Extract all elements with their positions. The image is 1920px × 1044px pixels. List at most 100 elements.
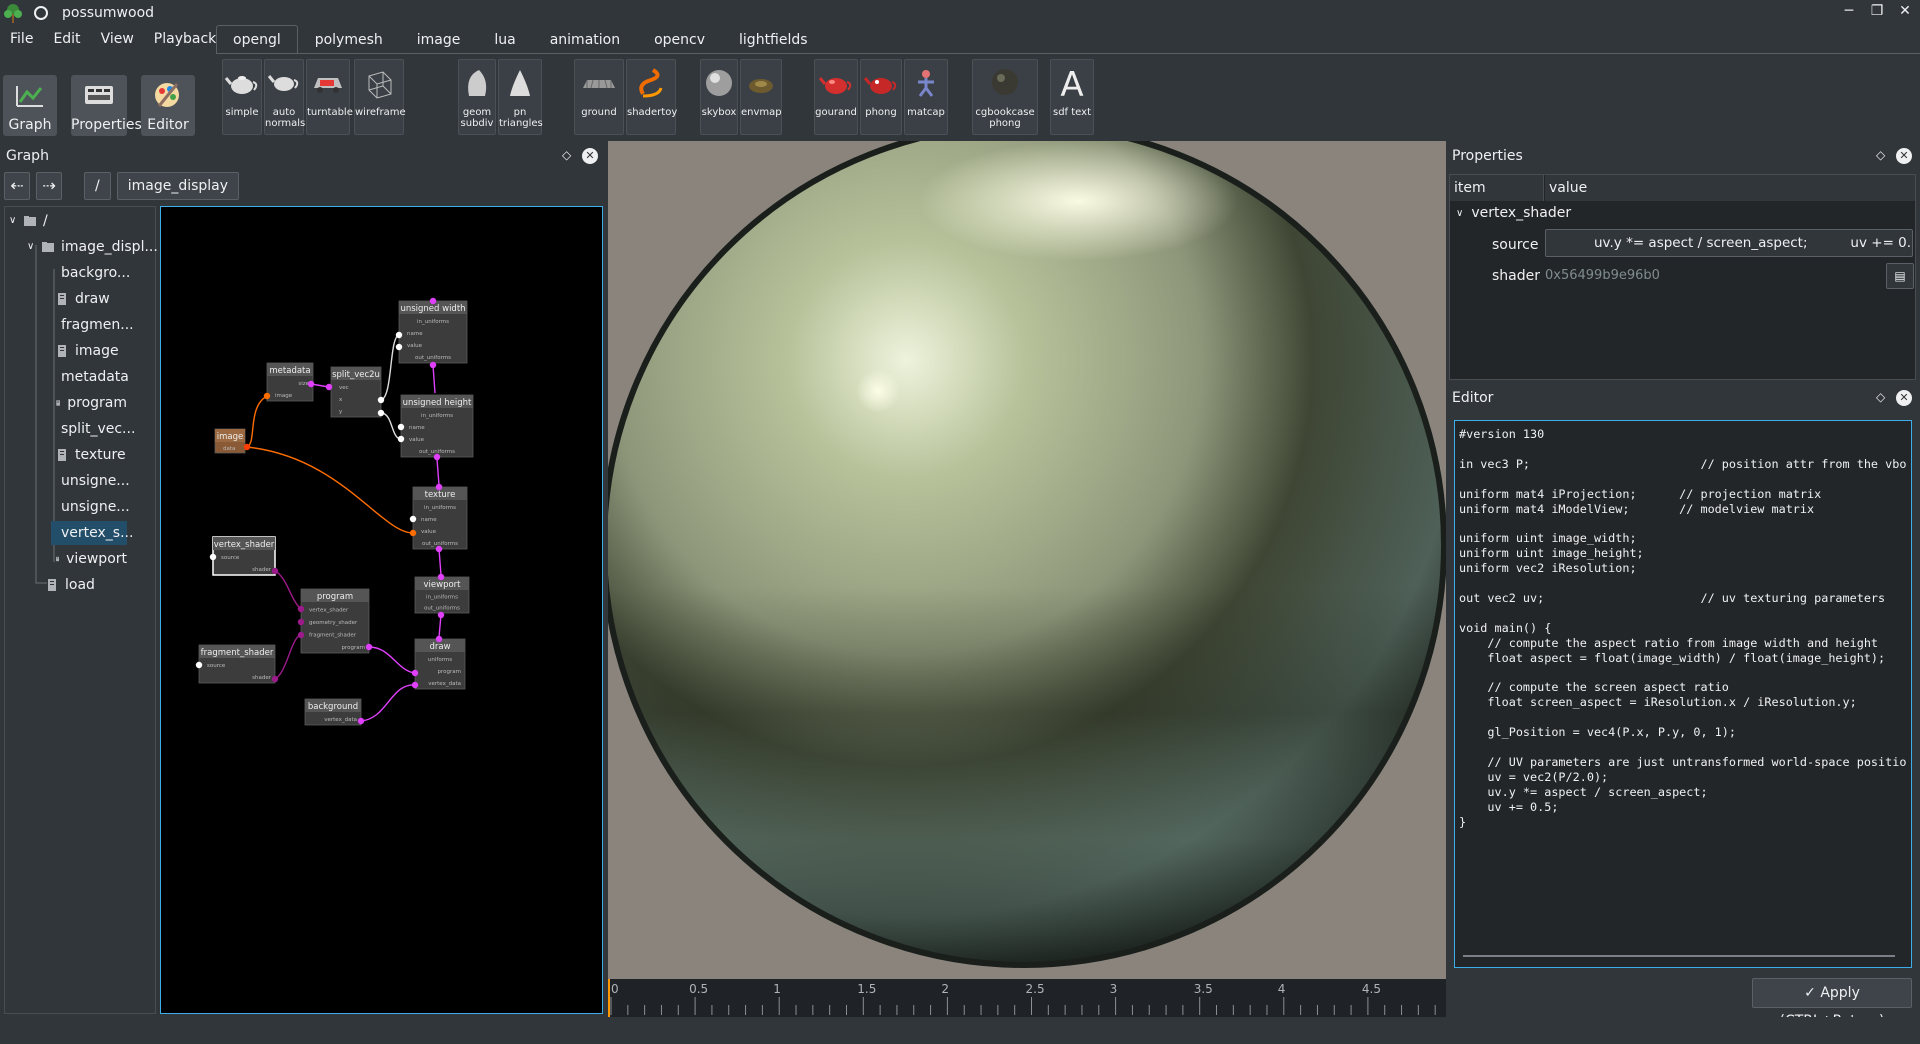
tree-item[interactable]: viewport — [51, 547, 127, 571]
expand-icon[interactable]: ∨ — [1456, 208, 1463, 219]
graph-port[interactable] — [411, 669, 419, 677]
code-editor[interactable]: #version 130 in vec3 P; // position attr… — [1454, 420, 1912, 968]
tool-sdf-text[interactable]: A sdf text — [1050, 59, 1094, 135]
graph-port[interactable] — [435, 545, 443, 553]
menu-view[interactable]: View — [91, 28, 144, 50]
graph-node-fragment-shader[interactable]: fragment_shadersource shader — [198, 644, 276, 684]
graph-node-viewport[interactable]: viewport in_uniforms out_uniforms — [414, 576, 470, 614]
graph-port[interactable] — [297, 618, 305, 626]
graph-port[interactable] — [397, 423, 405, 431]
graph-port[interactable] — [411, 681, 419, 689]
graph-port[interactable] — [243, 443, 251, 451]
tool-matcap[interactable]: matcap — [904, 59, 948, 135]
tool-ground[interactable]: ground — [574, 59, 624, 135]
breadcrumb-root[interactable]: / — [84, 172, 111, 200]
graph-port[interactable] — [263, 392, 271, 400]
tool-shadertoy[interactable]: shadertoy — [626, 59, 677, 135]
code-text[interactable]: #version 130 in vec3 P; // position attr… — [1455, 421, 1911, 835]
tool-wireframe[interactable]: wireframe — [354, 59, 406, 135]
graph-port[interactable] — [325, 383, 333, 391]
graph-port[interactable] — [377, 409, 385, 417]
graph-port[interactable] — [429, 297, 437, 305]
menu-edit[interactable]: Edit — [43, 28, 90, 50]
graph-port[interactable] — [395, 331, 403, 339]
graph-node-draw[interactable]: draw uniforms program vertex_data — [414, 638, 466, 690]
tool-auto-normals[interactable]: auto normals — [264, 59, 305, 135]
back-button[interactable]: ⇠ — [4, 172, 30, 200]
tree-item[interactable]: texture — [51, 443, 127, 467]
graph-port[interactable] — [297, 631, 305, 639]
graph-port[interactable] — [365, 643, 373, 651]
graph-toggle-button[interactable]: Graph — [3, 75, 57, 136]
graph-port[interactable] — [435, 635, 443, 643]
editor-toggle-button[interactable]: Editor — [141, 75, 195, 136]
tool-pn-triangles[interactable]: pn triangles — [498, 59, 543, 135]
maximize-button[interactable]: ❐ — [1868, 3, 1886, 19]
apply-button[interactable]: ✓ Apply (CTRL+Return) — [1752, 978, 1912, 1029]
graph-node-metadata[interactable]: metadatasizeimage — [266, 362, 314, 402]
menu-playback[interactable]: Playback — [144, 28, 226, 50]
tab-animation[interactable]: animation — [533, 25, 637, 53]
graph-node-program[interactable]: program vertex_shader geometry_shaderfragm… — [300, 588, 370, 654]
tab-polymesh[interactable]: polymesh — [298, 25, 400, 53]
graph-port[interactable] — [357, 717, 365, 725]
tree-item[interactable]: unsigne... — [51, 495, 130, 519]
graph-node-uheight[interactable]: unsigned heightin_uniformsnamevalueout_u… — [400, 394, 474, 458]
column-header-item[interactable]: item — [1450, 175, 1544, 201]
tree-item[interactable]: metadata — [51, 365, 129, 389]
tree-item-image-display[interactable]: ∨ image_displ... — [27, 235, 158, 259]
tool-geom-subdiv[interactable]: geom subdiv — [458, 59, 496, 135]
tool-cgbookcase-phong[interactable]: cgbookcase phong — [972, 59, 1038, 135]
graph-node-texture[interactable]: texturein_uniformsnamevalueout_uniforms — [412, 486, 468, 550]
graph-port[interactable] — [395, 343, 403, 351]
graph-port[interactable] — [429, 361, 437, 369]
tool-simple[interactable]: simple — [222, 59, 262, 135]
graph-port[interactable] — [437, 611, 445, 619]
graph-port[interactable] — [409, 529, 417, 537]
breadcrumb-image-display[interactable]: image_display — [116, 172, 240, 200]
graph-port[interactable] — [437, 573, 445, 581]
float-icon[interactable]: ◇ — [1876, 148, 1885, 162]
tab-lua[interactable]: lua — [477, 25, 532, 53]
graph-port[interactable] — [377, 396, 385, 404]
tab-opencv[interactable]: opencv — [637, 25, 722, 53]
close-icon[interactable]: ✕ — [582, 148, 598, 164]
float-icon[interactable]: ◇ — [1876, 390, 1885, 404]
tree-item[interactable]: backgro... — [51, 261, 130, 285]
property-group-vertex-shader[interactable]: ∨ vertex_shader — [1456, 205, 1571, 221]
tool-envmap[interactable]: envmap — [740, 59, 782, 135]
properties-toggle-button[interactable]: Properties — [71, 75, 142, 136]
graph-node-image[interactable]: image data — [214, 428, 246, 454]
graph-port[interactable] — [435, 483, 443, 491]
tab-image[interactable]: image — [400, 25, 478, 53]
graph-port[interactable] — [433, 453, 441, 461]
tree-item[interactable]: draw — [51, 287, 127, 311]
expand-icon[interactable]: ∨ — [27, 235, 41, 259]
tree-item-load[interactable]: load — [45, 573, 95, 597]
close-window-button[interactable]: ✕ — [1896, 3, 1914, 19]
horizontal-scrollbar[interactable] — [1463, 955, 1895, 957]
expand-icon[interactable]: ∨ — [9, 209, 23, 233]
tool-turntable[interactable]: turntable — [306, 59, 353, 135]
graph-port[interactable] — [297, 605, 305, 613]
tree-item[interactable]: split_vec... — [51, 417, 135, 441]
shader-info-button[interactable]: ▤ — [1886, 263, 1914, 289]
graph-node-vertex-shader[interactable]: vertex_shadersource shader — [212, 536, 276, 576]
tab-opengl[interactable]: opengl — [216, 25, 298, 53]
tree-item[interactable]: unsigne... — [51, 469, 130, 493]
graph-port[interactable] — [271, 675, 279, 683]
tool-skybox[interactable]: skybox — [700, 59, 738, 135]
minimize-button[interactable]: ─ — [1840, 3, 1858, 19]
close-icon[interactable]: ✕ — [1896, 390, 1912, 406]
tab-lightfields[interactable]: lightfields — [722, 25, 825, 53]
graph-port[interactable] — [209, 553, 217, 561]
close-icon[interactable]: ✕ — [1896, 148, 1912, 164]
timeline[interactable]: 0 0.5 1 1.5 2 2.5 3 3.5 4 4.5 — [608, 979, 1446, 1017]
source-value-field[interactable]: uv.y *= aspect / screen_aspect; uv += 0.… — [1545, 229, 1913, 257]
graph-node-split[interactable]: split_vec2uvecxy — [330, 366, 382, 418]
tool-gourand[interactable]: gourand — [814, 59, 858, 135]
graph-port[interactable] — [409, 515, 417, 523]
tree-item[interactable]: fragmen... — [51, 313, 134, 337]
graph-node-uwidth[interactable]: unsigned width in_uniformsname value out_un… — [398, 300, 468, 364]
float-icon[interactable]: ◇ — [562, 148, 571, 162]
